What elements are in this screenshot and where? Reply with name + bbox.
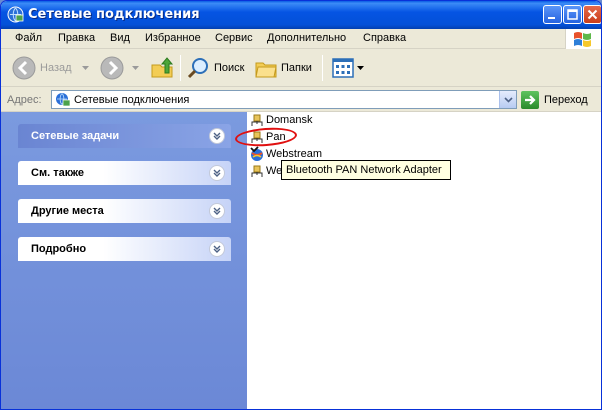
address-label: Адрес:: [7, 94, 42, 106]
network-connections-icon: [7, 6, 24, 23]
address-value: Сетевые подключения: [74, 94, 190, 106]
chevron-down-icon[interactable]: [209, 165, 225, 181]
menu-edit[interactable]: Правка: [58, 32, 95, 44]
go-arrow-icon: [521, 90, 539, 109]
task-pane: Сетевые задачи См. также Другие места По…: [1, 112, 247, 409]
network-connections-icon: [56, 93, 71, 107]
menu-file[interactable]: Файл: [15, 32, 42, 44]
tooltip: Bluetooth PAN Network Adapter: [281, 160, 451, 180]
chevron-down-icon[interactable]: [209, 203, 225, 219]
search-label: Поиск: [214, 62, 245, 74]
connection-item-domansk[interactable]: Domansk: [249, 112, 312, 128]
toolbar-separator: [322, 55, 323, 81]
internet-connection-icon: [250, 146, 263, 161]
window-title: Сетевые подключения: [28, 7, 200, 22]
connections-list: Domansk Pan Webstream We: [247, 112, 601, 409]
explorer-window: Сетевые подключения Файл Правка Вид Избр…: [0, 0, 602, 410]
forward-arrow-icon: [100, 56, 124, 80]
address-dropdown-button[interactable]: [499, 91, 516, 108]
lan-connection-icon: [251, 114, 263, 126]
search-icon: [187, 58, 208, 79]
menu-help[interactable]: Справка: [363, 32, 406, 44]
close-icon: [587, 9, 598, 20]
views-icon: [332, 58, 354, 78]
folders-label: Папки: [281, 62, 312, 74]
title-bar[interactable]: Сетевые подключения: [1, 1, 601, 29]
chevron-down-icon[interactable]: [209, 241, 225, 257]
back-arrow-icon: [12, 56, 36, 80]
panel-network-tasks[interactable]: Сетевые задачи: [18, 124, 231, 148]
close-button[interactable]: [583, 5, 601, 24]
connection-item-we[interactable]: We: [249, 163, 282, 179]
connection-label: Domansk: [266, 114, 313, 126]
back-button[interactable]: Назад: [11, 54, 72, 82]
menu-bar: Файл Правка Вид Избранное Сервис Дополни…: [1, 29, 601, 49]
panel-title: См. также: [31, 167, 84, 179]
minimize-icon: [548, 17, 555, 19]
search-button[interactable]: Поиск: [187, 54, 244, 82]
back-dropdown-icon[interactable]: [82, 66, 89, 71]
panel-details[interactable]: Подробно: [18, 237, 231, 261]
panel-title: Подробно: [31, 243, 87, 255]
panel-title: Другие места: [31, 205, 104, 217]
up-folder-button[interactable]: [149, 54, 175, 82]
menu-favorites[interactable]: Избранное: [145, 32, 201, 44]
windows-flag-icon: [574, 32, 591, 47]
minimize-button[interactable]: [543, 5, 562, 24]
maximize-button[interactable]: [563, 5, 582, 24]
maximize-icon: [567, 9, 578, 20]
menu-advanced[interactable]: Дополнительно: [267, 32, 346, 44]
address-input[interactable]: Сетевые подключения: [51, 90, 517, 109]
chevron-down-icon[interactable]: [209, 128, 225, 144]
connection-label: Webstream: [266, 148, 323, 160]
toolbar: Назад Поиск Папки: [1, 49, 601, 87]
views-dropdown-icon: [357, 65, 364, 70]
forward-button[interactable]: [99, 54, 125, 82]
panel-title: Сетевые задачи: [31, 130, 120, 142]
panel-other-places[interactable]: Другие места: [18, 199, 231, 223]
back-label: Назад: [40, 62, 72, 74]
panel-see-also[interactable]: См. также: [18, 161, 231, 185]
go-label: Переход: [544, 93, 588, 106]
folders-icon: [255, 62, 277, 78]
views-button[interactable]: [331, 54, 364, 82]
menu-view[interactable]: Вид: [110, 32, 130, 44]
connection-label: We: [266, 165, 283, 177]
chevron-down-icon: [503, 96, 513, 103]
windows-logo: [565, 29, 601, 49]
lan-connection-icon: [251, 165, 263, 177]
toolbar-separator: [180, 55, 181, 81]
up-folder-icon: [151, 57, 174, 78]
folders-button[interactable]: Папки: [254, 54, 312, 82]
menu-tools[interactable]: Сервис: [215, 32, 253, 44]
go-button[interactable]: Переход: [521, 90, 588, 109]
address-bar: Адрес: Сетевые подключения Переход: [1, 88, 601, 112]
forward-dropdown-icon[interactable]: [132, 66, 139, 71]
